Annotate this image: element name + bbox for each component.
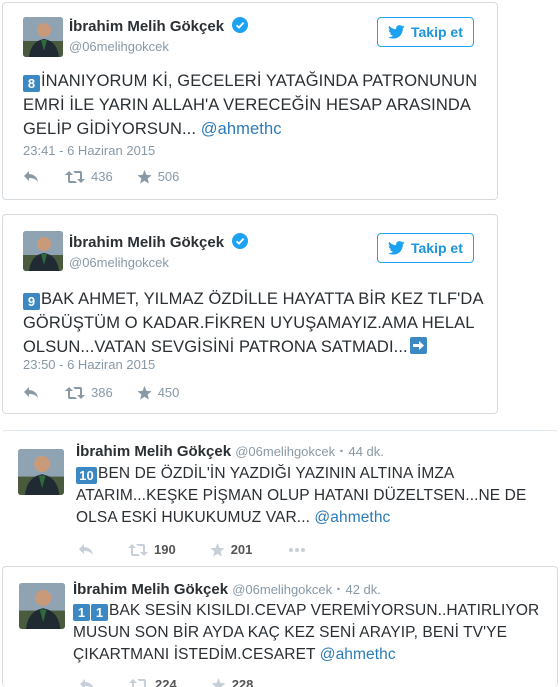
author-name[interactable]: İbrahim Melih Gökçek: [76, 443, 231, 460]
tweet-text: 8 İNANIYORUM Kİ, GECELERİ YATAĞINDA PATRO…: [23, 69, 483, 141]
favorite-count: 228: [231, 677, 254, 687]
retweet-icon: [65, 170, 85, 183]
timestamp[interactable]: 23:50 - 6 Haziran 2015: [23, 357, 155, 372]
more-icon: [289, 547, 306, 552]
reply-button[interactable]: [23, 386, 39, 400]
keycap-emoji: 8: [23, 75, 40, 92]
retweet-count: 386: [91, 385, 113, 400]
author-name-text: İbrahim Melih Gökçek: [69, 234, 225, 251]
avatar[interactable]: [23, 231, 63, 271]
retweet-button[interactable]: 190: [128, 542, 176, 557]
favorite-star-icon: [211, 677, 226, 687]
reply-icon: [79, 543, 93, 555]
follow-label: Takip et: [411, 240, 463, 256]
reply-icon: [24, 170, 38, 182]
retweet-icon: [128, 543, 148, 556]
reply-button[interactable]: [79, 678, 95, 687]
right-arrow-emoji-icon: [409, 337, 427, 354]
author-handle[interactable]: @06melihgokcek: [235, 444, 335, 459]
avatar-photo: [23, 231, 63, 271]
tweet-card-3: İbrahim Melih Gökçek @06melihgokcek · 44…: [2, 430, 558, 562]
favorite-star-icon: [210, 542, 225, 557]
favorite-count: 450: [157, 385, 180, 400]
mention-link[interactable]: @ahmethc: [201, 120, 282, 138]
favorite-star-icon: [137, 169, 152, 184]
author-name[interactable]: İbrahim Melih Gökçek: [73, 581, 228, 598]
tweet-card-1: İbrahim Melih Gökçek @06melihgokcek Taki…: [2, 2, 498, 200]
separator-dot: ·: [336, 581, 342, 598]
tweet-body: BAK SESİN KISILDI.CEVAP VEREMİYORSUN..HA…: [73, 602, 540, 663]
twitter-bird-icon: [388, 25, 405, 39]
mention-link[interactable]: @ahmethc: [320, 646, 396, 663]
retweet-icon: [129, 678, 149, 687]
author-name[interactable]: İbrahim Melih Gökçek: [69, 17, 249, 35]
favorite-count: 506: [157, 169, 180, 184]
avatar[interactable]: [18, 449, 64, 495]
keycap-emoji: 1: [73, 604, 90, 621]
tweet-card-4: İbrahim Melih Gökçek @06melihgokcek · 42…: [2, 566, 558, 687]
time-ago[interactable]: 44 dk.: [348, 444, 383, 459]
tweet-actions: 386 450: [23, 385, 179, 400]
reply-button[interactable]: [23, 170, 39, 184]
follow-button[interactable]: Takip et: [377, 17, 474, 47]
tweet-header: İbrahim Melih Gökçek @06melihgokcek · 42…: [73, 581, 381, 598]
twitter-bird-icon: [388, 241, 405, 255]
tweet-actions: 190 201: [78, 542, 306, 557]
retweet-count: 190: [154, 542, 176, 557]
tweet-actions: 436 506: [23, 169, 179, 184]
keycap-emoji: 9: [23, 293, 40, 310]
reply-icon: [80, 678, 94, 687]
retweet-button[interactable]: 386: [65, 385, 113, 400]
avatar-photo: [23, 17, 63, 57]
retweet-count: 224: [155, 677, 177, 687]
author-handle[interactable]: @06melihgokcek: [69, 255, 169, 270]
tweet-body: BEN DE ÖZDİL'İN YAZDIĞI YAZININ ALTINA İ…: [76, 465, 527, 526]
avatar[interactable]: [23, 17, 63, 57]
avatar-photo: [19, 583, 65, 629]
tweet-header: İbrahim Melih Gökçek @06melihgokcek · 44…: [76, 443, 384, 460]
mention-link[interactable]: @ahmethc: [314, 509, 390, 526]
avatar-photo: [18, 449, 64, 495]
tweet-text: 1 1 BAK SESİN KISILDI.CEVAP VEREMİYORSUN..…: [73, 600, 547, 666]
favorite-star-icon: [137, 385, 152, 400]
keycap-emoji: 1: [91, 604, 108, 621]
retweet-button[interactable]: 436: [65, 169, 113, 184]
reply-icon: [24, 386, 38, 398]
more-button[interactable]: [288, 547, 306, 553]
author-name[interactable]: İbrahim Melih Gökçek: [69, 233, 249, 251]
favorite-button[interactable]: 228: [211, 677, 254, 687]
follow-label: Takip et: [411, 24, 463, 40]
separator-dot: ·: [339, 443, 345, 460]
retweet-icon: [65, 386, 85, 399]
tweet-card-2: İbrahim Melih Gökçek @06melihgokcek Taki…: [2, 214, 498, 414]
avatar[interactable]: [19, 583, 65, 629]
author-name-text: İbrahim Melih Gökçek: [69, 18, 225, 35]
follow-button[interactable]: Takip et: [377, 233, 474, 263]
favorite-button[interactable]: 201: [210, 542, 253, 557]
retweet-button[interactable]: 224: [129, 677, 177, 687]
favorite-count: 201: [230, 542, 253, 557]
author-handle[interactable]: @06melihgokcek: [69, 39, 169, 54]
verified-badge-icon: [232, 17, 249, 33]
reply-button[interactable]: [78, 543, 94, 557]
keycap-emoji: 10: [76, 467, 97, 484]
time-ago[interactable]: 42 dk.: [345, 582, 380, 597]
tweet-text: 9 BAK AHMET, YILMAZ ÖZDİLLE HAYATTA BİR K…: [23, 287, 483, 359]
verified-badge-icon: [232, 233, 249, 249]
favorite-button[interactable]: 506: [137, 169, 180, 184]
retweet-count: 436: [91, 169, 113, 184]
tweet-text: 10 BEN DE ÖZDİL'İN YAZDIĞI YAZININ ALTINA…: [76, 463, 546, 529]
timestamp[interactable]: 23:41 - 6 Haziran 2015: [23, 143, 155, 158]
tweet-actions: 224 228: [79, 677, 253, 687]
favorite-button[interactable]: 450: [137, 385, 180, 400]
author-handle[interactable]: @06melihgokcek: [232, 582, 332, 597]
